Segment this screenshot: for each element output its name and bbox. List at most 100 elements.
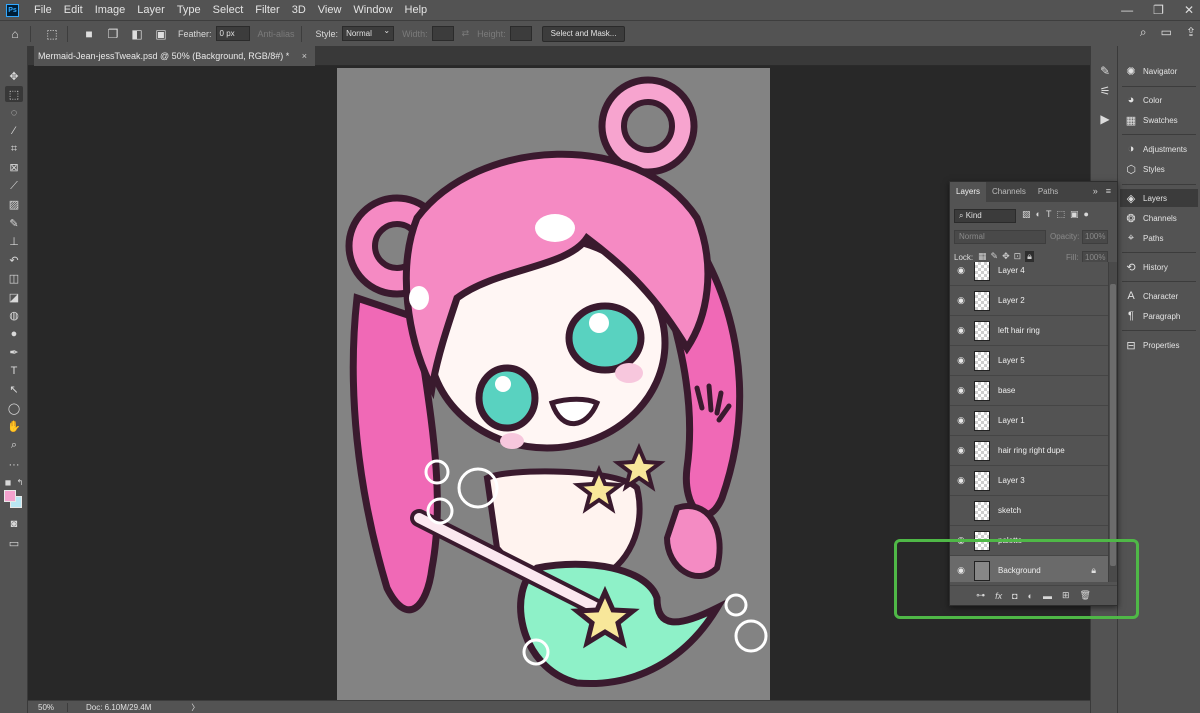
pen-tool-icon[interactable]: ✒	[5, 344, 23, 360]
marquee-preset-icon[interactable]: ⬚	[43, 25, 61, 43]
panel-adjustments[interactable]: ◑ Adjustments	[1124, 140, 1187, 158]
filter-toggle-icon[interactable]: ●	[1083, 209, 1088, 220]
menu-layer[interactable]: Layer	[131, 4, 171, 16]
menu-window[interactable]: Window	[347, 4, 398, 16]
panel-properties[interactable]: ⊟ Properties	[1124, 336, 1179, 354]
visibility-eye-icon[interactable]: ◉	[950, 325, 972, 336]
minimize-icon[interactable]: —	[1121, 3, 1133, 17]
menu-help[interactable]: Help	[399, 4, 434, 16]
tab-channels[interactable]: Channels	[986, 182, 1032, 202]
share-icon[interactable]: ⇪	[1186, 25, 1196, 40]
panel-swatches[interactable]: ▦ Swatches	[1124, 111, 1178, 129]
menu-type[interactable]: Type	[171, 4, 207, 16]
quick-mask-icon[interactable]: ◙	[5, 516, 23, 532]
swap-colors-icon[interactable]: ↰	[14, 474, 26, 490]
eraser-tool-icon[interactable]: ◫	[5, 270, 23, 286]
close-tab-icon[interactable]: ×	[302, 51, 307, 61]
panel-styles[interactable]: ⬡ Styles	[1124, 160, 1165, 178]
ellipse-tool-icon[interactable]: ◯	[5, 400, 23, 416]
zoom-level[interactable]: 50%	[28, 702, 68, 712]
layer-row[interactable]: ◉ Layer 2	[950, 286, 1108, 316]
foreground-color-swatch[interactable]	[4, 490, 16, 502]
brush-tool-icon[interactable]: ✎	[5, 215, 23, 231]
lock-transparent-icon[interactable]: ▦	[978, 251, 987, 262]
lasso-tool-icon[interactable]: ◌	[5, 105, 23, 121]
lock-pixels-icon[interactable]: ✎	[991, 251, 999, 262]
close-icon[interactable]: ✕	[1184, 3, 1194, 17]
filter-adjustment-icon[interactable]: ◐	[1036, 209, 1041, 220]
menu-image[interactable]: Image	[89, 4, 132, 16]
marquee-tool-icon[interactable]: ⬚	[5, 86, 23, 102]
panel-color[interactable]: ◕ Color	[1124, 91, 1162, 109]
move-tool-icon[interactable]: ✥	[5, 68, 23, 84]
layers-scrollbar[interactable]	[1108, 262, 1117, 582]
zoom-tool-icon[interactable]: ⌕	[5, 437, 23, 453]
layer-row[interactable]: ◉ base	[950, 376, 1108, 406]
lock-position-icon[interactable]: ✥	[1002, 251, 1010, 262]
menu-filter[interactable]: Filter	[249, 4, 285, 16]
style-select[interactable]: Normal	[342, 24, 395, 41]
collapse-icon[interactable]: »	[1093, 186, 1098, 196]
magic-wand-tool-icon[interactable]: ⁄	[5, 123, 23, 139]
panel-paragraph[interactable]: ¶ Paragraph	[1124, 307, 1180, 325]
menu-select[interactable]: Select	[207, 4, 250, 16]
menu-view[interactable]: View	[312, 4, 348, 16]
lock-all-icon[interactable]: 🔒︎	[1025, 251, 1034, 262]
panel-menu-icon[interactable]: ≡	[1106, 186, 1111, 196]
menu-file[interactable]: File	[28, 4, 58, 16]
path-selection-tool-icon[interactable]: ↖	[5, 381, 23, 397]
filter-type-icon[interactable]: T	[1046, 209, 1052, 220]
document-tab[interactable]: Mermaid-Jean-jessTweak.psd @ 50% (Backgr…	[34, 46, 316, 66]
default-colors-icon[interactable]: ◼	[2, 474, 14, 490]
workspace-icon[interactable]: ▭	[1161, 25, 1172, 40]
visibility-eye-icon[interactable]: ◉	[950, 475, 972, 486]
visibility-eye-icon[interactable]: ◉	[950, 265, 972, 276]
visibility-eye-icon[interactable]: ◉	[950, 445, 972, 456]
visibility-eye-icon[interactable]: ◉	[950, 415, 972, 426]
menu-3d[interactable]: 3D	[286, 4, 312, 16]
panel-channels[interactable]: ❂ Channels	[1124, 209, 1176, 227]
add-selection-icon[interactable]: ❐	[104, 25, 122, 43]
frame-tool-icon[interactable]: ⊠	[5, 159, 23, 175]
status-menu-icon[interactable]: 〉	[191, 702, 199, 713]
search-icon[interactable]: ⌕	[1140, 25, 1147, 40]
filter-pixel-icon[interactable]: ▨	[1022, 209, 1031, 220]
visibility-eye-icon[interactable]: ◉	[950, 295, 972, 306]
feather-input[interactable]: 0 px	[215, 26, 250, 41]
layer-row[interactable]: ◉ Layer 4	[950, 262, 1108, 286]
swap-icon[interactable]: ⇄	[462, 28, 470, 39]
history-brush-tool-icon[interactable]: ↶	[5, 252, 23, 268]
visibility-eye-icon[interactable]: ◉	[950, 355, 972, 366]
panel-character[interactable]: A Character	[1124, 287, 1178, 305]
panel-layers[interactable]: ◈ Layers	[1120, 189, 1198, 207]
blend-mode-select[interactable]: Normal	[954, 230, 1046, 244]
layer-row[interactable]: ◉ Layer 3	[950, 466, 1108, 496]
filter-kind-select[interactable]: ⌕ Kind	[954, 209, 1016, 223]
filter-shape-icon[interactable]: ⬚	[1056, 209, 1065, 220]
layer-row[interactable]: ◉ hair ring right dupe	[950, 436, 1108, 466]
panel-paths[interactable]: ⌖ Paths	[1124, 229, 1164, 247]
paint-bucket-tool-icon[interactable]: ◪	[5, 289, 23, 305]
menu-edit[interactable]: Edit	[58, 4, 89, 16]
document-canvas[interactable]	[337, 68, 770, 700]
crop-tool-icon[interactable]: ⌗	[5, 141, 23, 157]
tab-paths[interactable]: Paths	[1032, 182, 1064, 202]
home-icon[interactable]: ⌂	[6, 25, 24, 43]
stamp-tool-icon[interactable]: ⊥	[5, 233, 23, 249]
healing-brush-tool-icon[interactable]: ▨	[5, 196, 23, 212]
panel-navigator[interactable]: ✺ Navigator	[1124, 62, 1177, 80]
visibility-eye-icon[interactable]: ◉	[950, 505, 972, 516]
blur-tool-icon[interactable]: ◍	[5, 307, 23, 323]
layer-row[interactable]: ◉ Layer 5	[950, 346, 1108, 376]
select-and-mask-button[interactable]: Select and Mask...	[541, 25, 626, 42]
dodge-tool-icon[interactable]: ●	[5, 326, 23, 342]
scrollbar-thumb[interactable]	[1110, 284, 1116, 566]
opacity-input[interactable]: 100%	[1082, 230, 1108, 244]
new-selection-icon[interactable]: ■	[80, 25, 98, 43]
hand-tool-icon[interactable]: ✋	[5, 418, 23, 434]
width-input[interactable]	[431, 26, 454, 41]
visibility-eye-icon[interactable]: ◉	[950, 385, 972, 396]
tab-layers[interactable]: Layers	[950, 182, 987, 202]
intersect-selection-icon[interactable]: ▣	[152, 25, 170, 43]
height-input[interactable]	[509, 26, 532, 41]
